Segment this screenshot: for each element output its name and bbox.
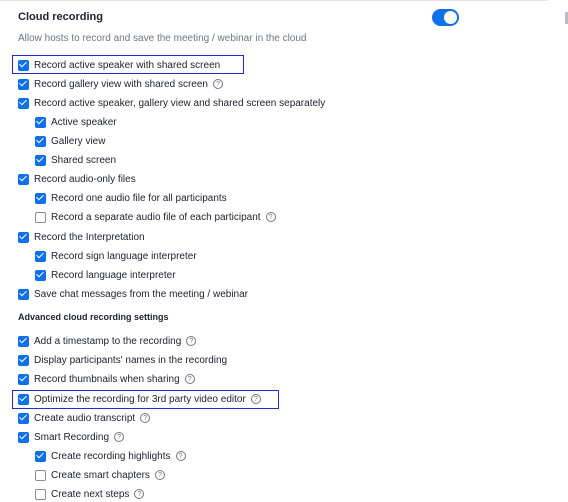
option-label: Create smart chapters	[51, 469, 150, 481]
help-icon[interactable]: ?	[154, 470, 165, 480]
highlight-box-optimize-editor	[12, 390, 279, 409]
checkbox-checked[interactable]	[18, 288, 29, 300]
option-label: Record the Interpretation	[34, 231, 145, 243]
option-row-save-chat-messages-from-the-meeting-webi[interactable]: Save chat messages from the meeting / we…	[18, 286, 248, 302]
cloud-recording-toggle[interactable]	[432, 9, 459, 26]
option-label: Smart Recording	[34, 431, 110, 443]
checkbox-checked[interactable]	[35, 192, 46, 204]
cloud-recording-title: Cloud recording	[18, 11, 103, 23]
checkbox-unchecked[interactable]	[35, 469, 46, 481]
option-row-create-recording-highlights[interactable]: Create recording highlights?	[35, 448, 186, 464]
option-label: Add a timestamp to the recording	[34, 335, 182, 347]
checkbox-checked[interactable]	[35, 116, 46, 128]
help-icon[interactable]: ?	[186, 336, 197, 346]
checkbox-checked[interactable]	[18, 373, 29, 385]
option-row-record-thumbnails-when-sharing[interactable]: Record thumbnails when sharing?	[18, 371, 195, 387]
option-row-record-language-interpreter[interactable]: Record language interpreter	[35, 267, 176, 283]
option-row-smart-recording[interactable]: Smart Recording?	[18, 429, 125, 445]
checkbox-checked[interactable]	[18, 335, 29, 347]
checkbox-checked[interactable]	[18, 431, 29, 443]
option-label: Record gallery view with shared screen	[34, 78, 208, 90]
option-label: Record active speaker, gallery view and …	[34, 97, 326, 109]
option-label: Record one audio file for all participan…	[51, 192, 227, 204]
option-row-record-gallery-view-with-shared-screen[interactable]: Record gallery view with shared screen?	[18, 76, 223, 92]
option-row-shared-screen[interactable]: Shared screen	[35, 152, 116, 168]
option-row-gallery-view[interactable]: Gallery view	[35, 133, 105, 149]
option-label: Record sign language interpreter	[51, 250, 197, 262]
checkbox-checked[interactable]	[18, 173, 29, 185]
option-row-record-sign-language-interpreter[interactable]: Record sign language interpreter	[35, 248, 197, 264]
checkbox-checked[interactable]	[35, 250, 46, 262]
option-label: Active speaker	[51, 116, 117, 128]
help-icon[interactable]: ?	[175, 451, 186, 461]
checkbox-checked[interactable]	[18, 78, 29, 90]
checkbox-checked[interactable]	[18, 97, 29, 109]
advanced-settings-heading: Advanced cloud recording settings	[18, 312, 169, 322]
checkbox-unchecked[interactable]	[35, 488, 46, 500]
help-icon[interactable]: ?	[212, 79, 223, 89]
option-label: Record audio-only files	[34, 173, 136, 185]
checkbox-checked[interactable]	[35, 269, 46, 281]
option-label: Create recording highlights	[51, 450, 171, 462]
option-label: Gallery view	[51, 135, 106, 147]
option-row-create-audio-transcript[interactable]: Create audio transcript?	[18, 410, 151, 426]
option-row-create-next-steps[interactable]: Create next steps?	[35, 486, 145, 502]
help-icon[interactable]: ?	[134, 489, 145, 499]
option-row-record-a-separate-audio-file-of-each-par[interactable]: Record a separate audio file of each par…	[35, 209, 276, 225]
option-label: Create audio transcript	[34, 412, 136, 424]
checkbox-checked[interactable]	[35, 154, 46, 166]
option-label: Create next steps	[51, 488, 130, 500]
top-divider	[0, 0, 548, 1]
help-icon[interactable]: ?	[114, 432, 125, 442]
help-icon[interactable]: ?	[140, 413, 151, 423]
cloud-recording-description: Allow hosts to record and save the meeti…	[18, 33, 307, 44]
checkbox-unchecked[interactable]	[35, 211, 46, 223]
option-label: Save chat messages from the meeting / we…	[34, 288, 248, 300]
option-row-record-the-interpretation[interactable]: Record the Interpretation	[18, 229, 145, 245]
option-row-record-active-speaker-gallery-view-and-s[interactable]: Record active speaker, gallery view and …	[18, 95, 325, 111]
option-label: Shared screen	[51, 154, 117, 166]
option-row-record-one-audio-file-for-all-participan[interactable]: Record one audio file for all participan…	[35, 190, 227, 206]
option-row-active-speaker[interactable]: Active speaker	[35, 114, 117, 130]
toggle-knob	[444, 11, 457, 24]
option-label: Record a separate audio file of each par…	[51, 211, 261, 223]
option-row-add-a-timestamp-to-the-recording[interactable]: Add a timestamp to the recording?	[18, 333, 197, 349]
option-row-record-audio-only-files[interactable]: Record audio-only files	[18, 171, 136, 187]
checkbox-checked[interactable]	[18, 231, 29, 243]
help-icon[interactable]: ?	[265, 212, 276, 222]
checkbox-checked[interactable]	[18, 412, 29, 424]
highlight-box-active-speaker	[12, 55, 244, 74]
option-label: Record thumbnails when sharing	[34, 373, 180, 385]
option-label: Display participants' names in the recor…	[34, 354, 228, 366]
option-row-display-participants-names-in-the-record[interactable]: Display participants' names in the recor…	[18, 352, 227, 368]
help-icon[interactable]: ?	[184, 374, 195, 384]
checkbox-checked[interactable]	[35, 135, 46, 147]
checkbox-checked[interactable]	[18, 354, 29, 366]
checkbox-checked[interactable]	[35, 450, 46, 462]
option-label: Record language interpreter	[51, 269, 176, 281]
recording-settings-panel: Cloud recording Allow hosts to record an…	[0, 0, 568, 502]
option-row-create-smart-chapters[interactable]: Create smart chapters?	[35, 467, 165, 483]
